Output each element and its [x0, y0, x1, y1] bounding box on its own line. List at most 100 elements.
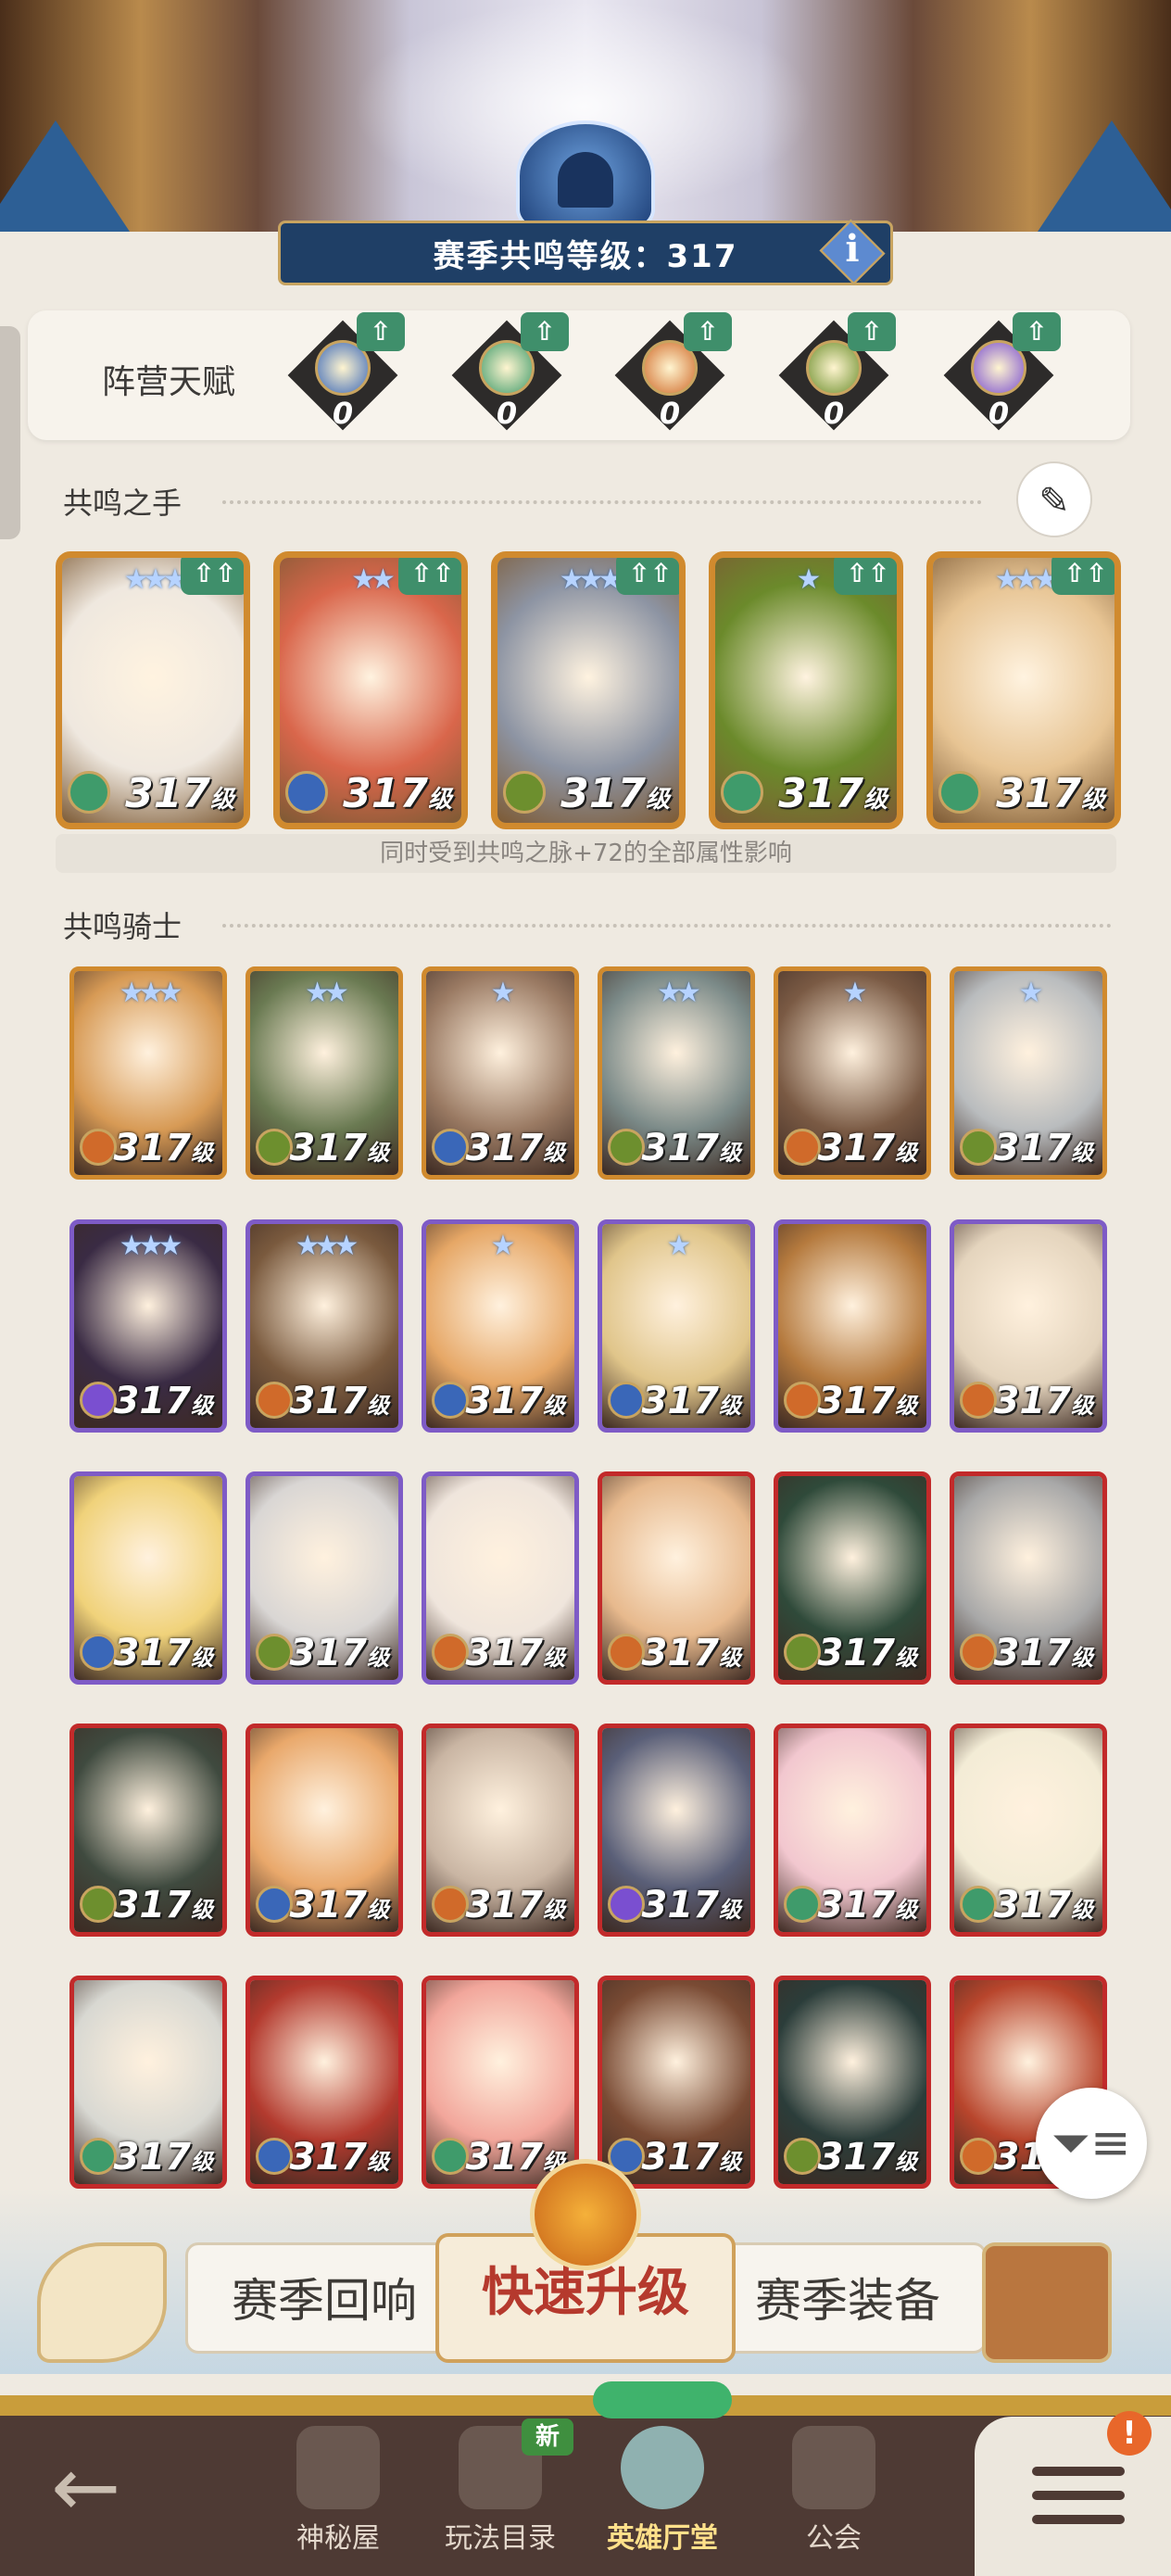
menu-icon [1032, 2467, 1125, 2539]
season-gear-icon[interactable] [982, 2242, 1112, 2363]
hero-level: 317级 [993, 1632, 1094, 1674]
resonance-knight-card[interactable]: 317级 [69, 1471, 227, 1685]
faction-talent-count: 0 [823, 396, 845, 431]
resonance-knight-card[interactable]: 317级 [69, 1724, 227, 1937]
faction-icon [608, 1634, 645, 1671]
side-scroll-handle[interactable] [0, 326, 20, 539]
star-rating: ★ [490, 977, 516, 1009]
resonance-hand-card[interactable]: ★ ⇧⇧ 317级 [709, 551, 903, 829]
hero-level: 317级 [465, 1632, 566, 1674]
upgrade-arrow-icon[interactable]: ⇧ [848, 312, 896, 351]
nav-hero-hall[interactable]: 英雄厅堂 [588, 2407, 737, 2565]
faction-talent-item[interactable]: 0 ⇧ [287, 312, 405, 431]
hero-level: 317级 [289, 1127, 390, 1169]
nav-guild[interactable]: 公会 [760, 2407, 908, 2565]
resonance-knight-card[interactable]: 317级 [422, 1976, 579, 2189]
hero-level: 317级 [125, 770, 234, 817]
quill-edit-button[interactable]: ✎ [1016, 461, 1092, 537]
resonance-knight-card[interactable]: 317级 [774, 1724, 931, 1937]
resonance-knight-card[interactable]: 317级 [422, 1471, 579, 1685]
resonance-knight-card[interactable]: ★★★ 317级 [69, 966, 227, 1180]
resonance-knight-card[interactable]: ★★★ 317级 [246, 1219, 403, 1433]
faction-icon [256, 1886, 293, 1923]
helmet-crest-icon [516, 120, 655, 232]
hero-level: 317级 [113, 1884, 214, 1926]
double-upgrade-icon[interactable]: ⇧⇧ [1051, 558, 1114, 595]
resonance-knight-card[interactable]: 317级 [950, 1471, 1107, 1685]
faction-talent-count: 0 [988, 396, 1010, 431]
resonance-knight-card[interactable]: 317级 [950, 1724, 1107, 1937]
season-gear-button[interactable]: 赛季装备 [709, 2242, 987, 2354]
resonance-knight-card[interactable]: ★ 317级 [422, 966, 579, 1180]
resonance-knight-card[interactable]: 317级 [774, 1219, 931, 1433]
resonance-knight-card[interactable]: 317级 [246, 1724, 403, 1937]
guild-icon [792, 2426, 875, 2509]
hero-level: 317级 [817, 1380, 918, 1422]
season-echo-icon[interactable] [37, 2242, 167, 2363]
season-echo-button[interactable]: 赛季回响 [185, 2242, 463, 2354]
upgrade-arrow-icon[interactable]: ⇧ [521, 312, 569, 351]
resonance-hand-card[interactable]: ★★ ⇧⇧ 317级 [273, 551, 468, 829]
faction-talent-count: 0 [332, 396, 354, 431]
faction-icon [80, 2138, 117, 2175]
faction-icon [285, 771, 328, 814]
hero-hall-icon [621, 2426, 704, 2509]
double-upgrade-icon[interactable]: ⇧⇧ [398, 558, 461, 595]
upgrade-arrow-icon[interactable]: ⇧ [1013, 312, 1061, 351]
filter-button[interactable]: ⏷≡ [1036, 2088, 1147, 2199]
resonance-knight-card[interactable]: ★★ 317级 [246, 966, 403, 1180]
hero-level: 317级 [641, 2136, 742, 2178]
faction-talent-item[interactable]: 0 ⇧ [614, 312, 732, 431]
resonance-knight-card[interactable]: 317级 [598, 1471, 755, 1685]
back-button[interactable]: ← [51, 2446, 153, 2530]
star-rating: ★ [666, 1230, 692, 1262]
faction-icon [721, 771, 763, 814]
resonance-knight-card[interactable]: ★ 317级 [774, 966, 931, 1180]
upgrade-arrow-icon[interactable]: ⇧ [684, 312, 732, 351]
filter-icon: ⏷≡ [1051, 2115, 1131, 2171]
resonance-knight-card[interactable]: 317级 [246, 1976, 403, 2189]
resonance-knight-card[interactable]: ★ 317级 [598, 1219, 755, 1433]
faction-talent-item[interactable]: 0 ⇧ [943, 312, 1061, 431]
faction-icon [784, 1129, 821, 1166]
resonance-hand-card[interactable]: ★★★ ⇧⇧ 317级 [491, 551, 686, 829]
hero-level: 317级 [113, 1127, 214, 1169]
hero-level: 317级 [289, 1884, 390, 1926]
double-upgrade-icon[interactable]: ⇧⇧ [616, 558, 679, 595]
resonance-knight-card[interactable]: 317级 [69, 1976, 227, 2189]
resonance-knight-card[interactable]: ★★★ 317级 [69, 1219, 227, 1433]
resonance-note: 同时受到共鸣之脉+72的全部属性影响 [56, 834, 1116, 873]
faction-talent-count: 0 [659, 396, 681, 431]
resonance-knight-card[interactable]: 317级 [246, 1471, 403, 1685]
faction-icon [68, 771, 110, 814]
faction-talent-item[interactable]: 0 ⇧ [451, 312, 569, 431]
resonance-knight-card[interactable]: 317级 [774, 1471, 931, 1685]
resonance-knight-card[interactable]: ★ 317级 [422, 1219, 579, 1433]
resonance-knight-card[interactable]: ★ 317级 [950, 966, 1107, 1180]
resonance-knight-card[interactable]: 317级 [422, 1724, 579, 1937]
upgrade-arrow-icon[interactable]: ⇧ [357, 312, 405, 351]
star-rating: ★★★ [119, 1230, 183, 1262]
resonance-knight-card[interactable]: 317级 [598, 1724, 755, 1937]
double-upgrade-icon[interactable]: ⇧⇧ [181, 558, 244, 595]
faction-icon [608, 1886, 645, 1923]
resonance-knight-card[interactable]: 317级 [598, 1976, 755, 2189]
faction-icon [608, 1129, 645, 1166]
resonance-knight-card[interactable]: 317级 [774, 1976, 931, 2189]
resonance-hands-title: 共鸣之手 [63, 486, 183, 521]
hero-level: 317级 [560, 770, 670, 817]
info-icon[interactable]: i [838, 227, 866, 283]
hero-level: 317级 [993, 1380, 1094, 1422]
resonance-hand-card[interactable]: ★★★ ⇧⇧ 317级 [926, 551, 1121, 829]
faction-icon [80, 1886, 117, 1923]
hero-level: 317级 [113, 2136, 214, 2178]
section-divider [222, 924, 1112, 928]
resonance-knight-card[interactable]: 317级 [950, 1219, 1107, 1433]
nav-mystery-house[interactable]: 神秘屋 [264, 2407, 412, 2565]
double-upgrade-icon[interactable]: ⇧⇧ [834, 558, 897, 595]
faction-talent-item[interactable]: 0 ⇧ [778, 312, 896, 431]
faction-icon [608, 1382, 645, 1419]
resonance-hand-card[interactable]: ★★★ ⇧⇧ 317级 [56, 551, 250, 829]
resonance-knight-card[interactable]: ★★ 317级 [598, 966, 755, 1180]
faction-icon [432, 2138, 469, 2175]
